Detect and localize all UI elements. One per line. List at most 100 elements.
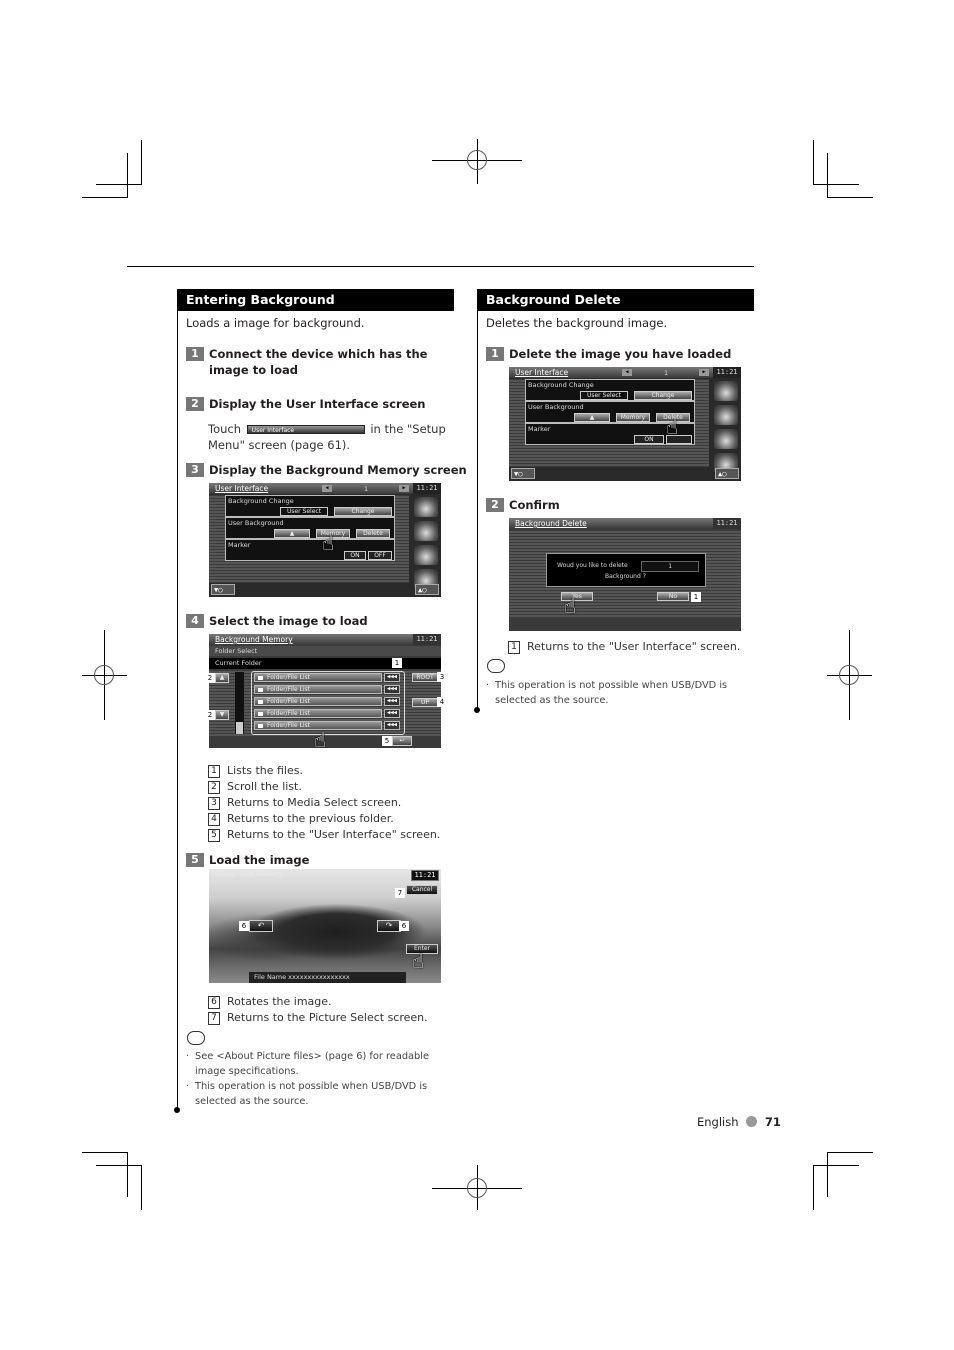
file-list-item[interactable]: Folder/File List	[254, 709, 382, 718]
delete-button[interactable]: Delete	[356, 529, 390, 538]
audio-icon[interactable]	[414, 545, 438, 565]
cancel-button[interactable]: Cancel	[406, 885, 438, 895]
file-list-item-arrow[interactable]: ◀◀◀	[384, 697, 400, 706]
file-list-item-arrow[interactable]: ◀◀◀	[384, 709, 400, 718]
user-background-label: User Background	[228, 519, 284, 527]
no-button[interactable]: No	[657, 592, 689, 601]
right-column-rule	[477, 289, 478, 711]
touch-hand-icon: ☝	[666, 415, 679, 439]
return-button[interactable]: ↩	[392, 736, 412, 746]
touch-hand-icon: ☝	[322, 531, 335, 555]
callout-2-down: 2	[205, 710, 215, 720]
background-change-label: Background Change	[228, 497, 294, 505]
file-list-item[interactable]: Folder/File List	[254, 685, 382, 694]
file-name-bar: File Name xxxxxxxxxxxxxxxx	[249, 972, 406, 983]
eject-button[interactable]: ▲	[274, 529, 310, 538]
marker-off-button[interactable]: OFF	[368, 551, 392, 560]
scroll-down-button[interactable]: ▼	[215, 710, 229, 720]
page-footer: English 71	[697, 1115, 781, 1129]
callout-6-right: 6	[399, 921, 409, 931]
callout-2-up: 2	[205, 673, 215, 683]
file-list-item-arrow[interactable]: ◀◀◀	[384, 673, 400, 682]
step-5-callouts: 6 Rotates the image. 7 Returns to the Pict…	[208, 994, 428, 1026]
audio-icon[interactable]	[714, 429, 738, 449]
note-item: This operation is not possible when USB/…	[486, 678, 754, 708]
page-next-button[interactable]: ▶	[699, 369, 709, 376]
root-button[interactable]: ROOT	[412, 673, 438, 682]
step-2-body: Touch User Interface in the "Setup Menu"…	[208, 421, 448, 453]
right-column-end-dot	[474, 707, 480, 713]
background-change-panel: Background Change User Select Change	[225, 495, 395, 517]
user-interface-button-image: User Interface	[246, 425, 365, 434]
scroll-up-button[interactable]: ▲◯	[415, 584, 439, 595]
change-button[interactable]: Change	[334, 507, 392, 516]
file-list-item[interactable]: Folder/File List	[254, 673, 382, 682]
clock: 11:21	[713, 518, 741, 529]
page-next-button[interactable]: ▶	[399, 485, 409, 492]
input-icon[interactable]	[714, 405, 738, 425]
folder-select-label: Folder Select	[209, 646, 441, 656]
scroll-up-button[interactable]: ▲◯	[715, 468, 739, 479]
rotate-left-button[interactable]: ↶	[249, 920, 273, 932]
screen-background-memory: Background Memory 11:21 Folder Select Cu…	[209, 634, 441, 748]
display-icon[interactable]	[414, 497, 438, 517]
section-intro: Loads a image for background.	[186, 316, 365, 330]
display-icon[interactable]	[714, 381, 738, 401]
touch-label: Touch	[208, 422, 242, 436]
touch-hand-icon: ☝	[412, 949, 425, 973]
input-icon[interactable]	[414, 521, 438, 541]
callout-item: 1 Lists the files.	[208, 763, 440, 779]
callout-3: 3	[437, 672, 447, 682]
scroll-down-button[interactable]: ▼◯	[211, 584, 235, 595]
left-column-rule	[177, 289, 178, 1111]
page-number: 1	[664, 369, 669, 377]
list-scroll-thumb[interactable]	[236, 722, 243, 734]
step-number: 3	[186, 463, 204, 477]
footer-bullet	[746, 1116, 758, 1127]
file-list-item[interactable]: Folder/File List	[254, 697, 382, 706]
step-number: 1	[486, 347, 504, 361]
clock: 11:21	[413, 483, 441, 494]
background-change-panel: Background Change User Select Change	[525, 379, 695, 401]
marker-on-button[interactable]: ON	[344, 551, 366, 560]
step-number: 4	[186, 614, 204, 628]
screen-title: Background Memory	[215, 870, 283, 878]
note-icon	[487, 659, 505, 673]
page-prev-button[interactable]: ◀	[322, 485, 332, 492]
step-number: 1	[186, 347, 204, 361]
step-text: Confirm	[509, 498, 560, 512]
rotate-right-button[interactable]: ↷	[377, 920, 401, 932]
step-text: Load the image	[209, 853, 310, 867]
callout-1: 1	[691, 592, 701, 602]
callout-5: 5	[382, 736, 392, 746]
step-4-callouts: 1 Lists the files. 2 Scroll the list. 3 Ret…	[208, 763, 440, 843]
callout-item: 4 Returns to the previous folder.	[208, 811, 440, 827]
step-number: 5	[186, 853, 204, 867]
scroll-up-button[interactable]: ▲	[215, 673, 229, 683]
step-text: Display the User Interface screen	[209, 397, 426, 411]
section-heading-entering-background: Entering Background	[177, 289, 454, 311]
page-number: 71	[764, 1115, 781, 1129]
file-list-item-arrow[interactable]: ◀◀◀	[384, 721, 400, 730]
screen-background-delete: Background Delete 11:21 Woud you like to…	[509, 518, 741, 631]
confirm-dialog: Woud you like to delete 1 Background ?	[546, 553, 706, 587]
marker-on-button[interactable]: ON	[634, 435, 664, 444]
user-select-display: User Select	[580, 391, 628, 400]
step-text: Delete the image you have loaded	[509, 347, 732, 361]
file-list-item-arrow[interactable]: ◀◀◀	[384, 685, 400, 694]
page-prev-button[interactable]: ◀	[622, 369, 632, 376]
eject-button[interactable]: ▲	[574, 413, 610, 422]
callout-6-left: 6	[239, 921, 249, 931]
background-change-label: Background Change	[528, 381, 594, 389]
marker-label: Marker	[528, 425, 551, 433]
right-notes: This operation is not possible when USB/…	[486, 678, 754, 708]
callout-item: 6 Rotates the image.	[208, 994, 428, 1010]
scroll-down-button[interactable]: ▼◯	[511, 468, 535, 479]
memory-button[interactable]: Memory	[616, 413, 650, 422]
user-background-panel: User Background ▲ Memory Delete	[225, 517, 395, 539]
up-folder-button[interactable]: UP	[412, 698, 438, 707]
callout-item: 7 Returns to the Picture Select screen.	[208, 1010, 428, 1026]
callout-item: 1 Returns to the "User Interface" screen.	[508, 639, 740, 655]
screen-title: Background Memory	[209, 634, 441, 645]
change-button[interactable]: Change	[634, 391, 692, 400]
